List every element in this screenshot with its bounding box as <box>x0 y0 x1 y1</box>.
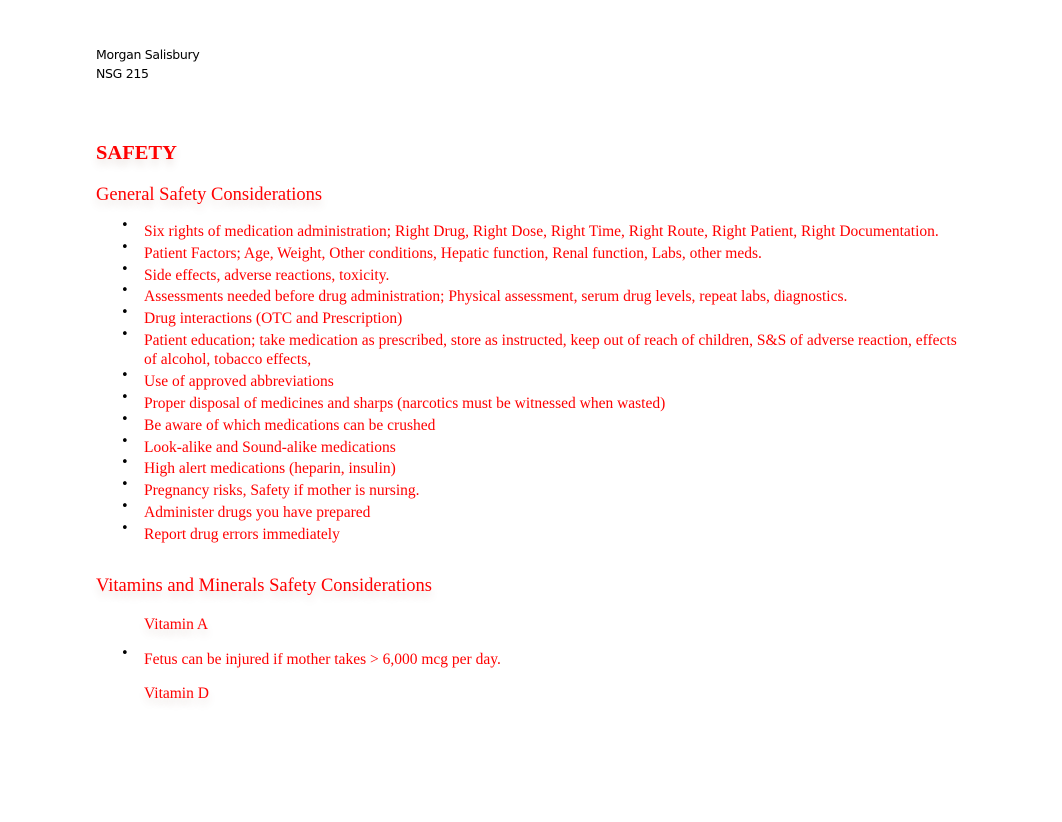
list-item-text: Patient education; take medication as pr… <box>144 331 957 369</box>
list-item-text: Fetus can be injured if mother takes > 6… <box>144 651 501 668</box>
bullet-icon: • <box>121 390 129 406</box>
bullet-icon: • <box>121 239 129 255</box>
bullet-icon: • <box>121 326 129 342</box>
list-item: • Report drug errors immediately <box>118 521 958 545</box>
list-item-text: Side effects, adverse reactions, toxicit… <box>144 266 390 284</box>
list-item: • Be aware of which medications can be cr… <box>118 412 958 436</box>
list-item-text: Pregnancy risks, Safety if mother is nur… <box>144 482 420 500</box>
list-item-text: Look-alike and Sound-alike medications <box>144 438 396 456</box>
list-item: • Pregnancy risks, Safety if mother is nu… <box>118 477 958 501</box>
bullet-icon: • <box>121 261 129 277</box>
bullet-icon: • <box>121 477 129 493</box>
bullet-icon: • <box>121 368 129 384</box>
page-title: SAFETY <box>96 142 177 164</box>
bullet-icon: • <box>121 433 129 449</box>
list-item-text: Patient Factors; Age, Weight, Other cond… <box>144 244 762 262</box>
list-item-text: Six rights of medication administration;… <box>144 223 939 240</box>
list-item: • High alert medications (heparin, insuli… <box>118 455 958 479</box>
list-item: • Proper disposal of medicines and sharps… <box>118 390 958 414</box>
list-item: • Use of approved abbreviations <box>118 368 958 392</box>
list-item-text: Administer drugs you have prepared <box>144 504 371 522</box>
list-item: • Drug interactions (OTC and Prescription… <box>118 305 958 329</box>
subheading-vitamin-a: Vitamin A <box>144 616 209 633</box>
list-item-text: Drug interactions (OTC and Prescription) <box>144 310 403 328</box>
bullet-icon: • <box>121 499 129 515</box>
list-item-text: Proper disposal of medicines and sharps … <box>144 395 666 413</box>
list-item: • Side effects, adverse reactions, toxici… <box>118 262 958 286</box>
bullet-icon: • <box>121 520 129 536</box>
subheading-vitamin-d: Vitamin D <box>144 685 209 702</box>
list-item: • Assessments needed before drug administ… <box>118 283 958 307</box>
course-code: NSG 215 <box>96 66 149 81</box>
list-item-text: Use of approved abbreviations <box>144 373 334 391</box>
list-item: • Patient education; take medication as p… <box>118 327 958 370</box>
document-header: Morgan Salisbury NSG 215 <box>96 45 200 83</box>
list-item: • Look-alike and Sound-alike medications <box>118 434 958 458</box>
vitamin-a-list: • Fetus can be injured if mother takes > … <box>118 646 501 670</box>
bullet-icon: • <box>121 218 129 233</box>
list-item: • Patient Factors; Age, Weight, Other con… <box>118 240 958 264</box>
section-heading-vitamins-minerals: Vitamins and Minerals Safety Considerati… <box>96 576 432 596</box>
section-heading-general-safety: General Safety Considerations <box>96 185 323 205</box>
list-item-text: Report drug errors immediately <box>144 525 340 543</box>
list-item: • Fetus can be injured if mother takes > … <box>118 646 501 670</box>
bullet-icon: • <box>121 411 129 427</box>
list-item-text: High alert medications (heparin, insulin… <box>144 460 396 478</box>
document-page: Morgan Salisbury NSG 215 SAFETY General … <box>0 0 1062 822</box>
bullet-icon: • <box>121 283 129 299</box>
list-item: • Administer drugs you have prepared <box>118 499 958 523</box>
bullet-icon: • <box>121 455 129 471</box>
list-item-text: Be aware of which medications can be cru… <box>144 416 436 434</box>
general-safety-list: • Six rights of medication administration… <box>118 218 958 547</box>
bullet-icon: • <box>121 305 129 321</box>
list-item-text: Assessments needed before drug administr… <box>144 288 848 306</box>
list-item: • Six rights of medication administration… <box>118 218 958 242</box>
author-name: Morgan Salisbury <box>96 47 200 62</box>
bullet-icon: • <box>121 646 129 661</box>
